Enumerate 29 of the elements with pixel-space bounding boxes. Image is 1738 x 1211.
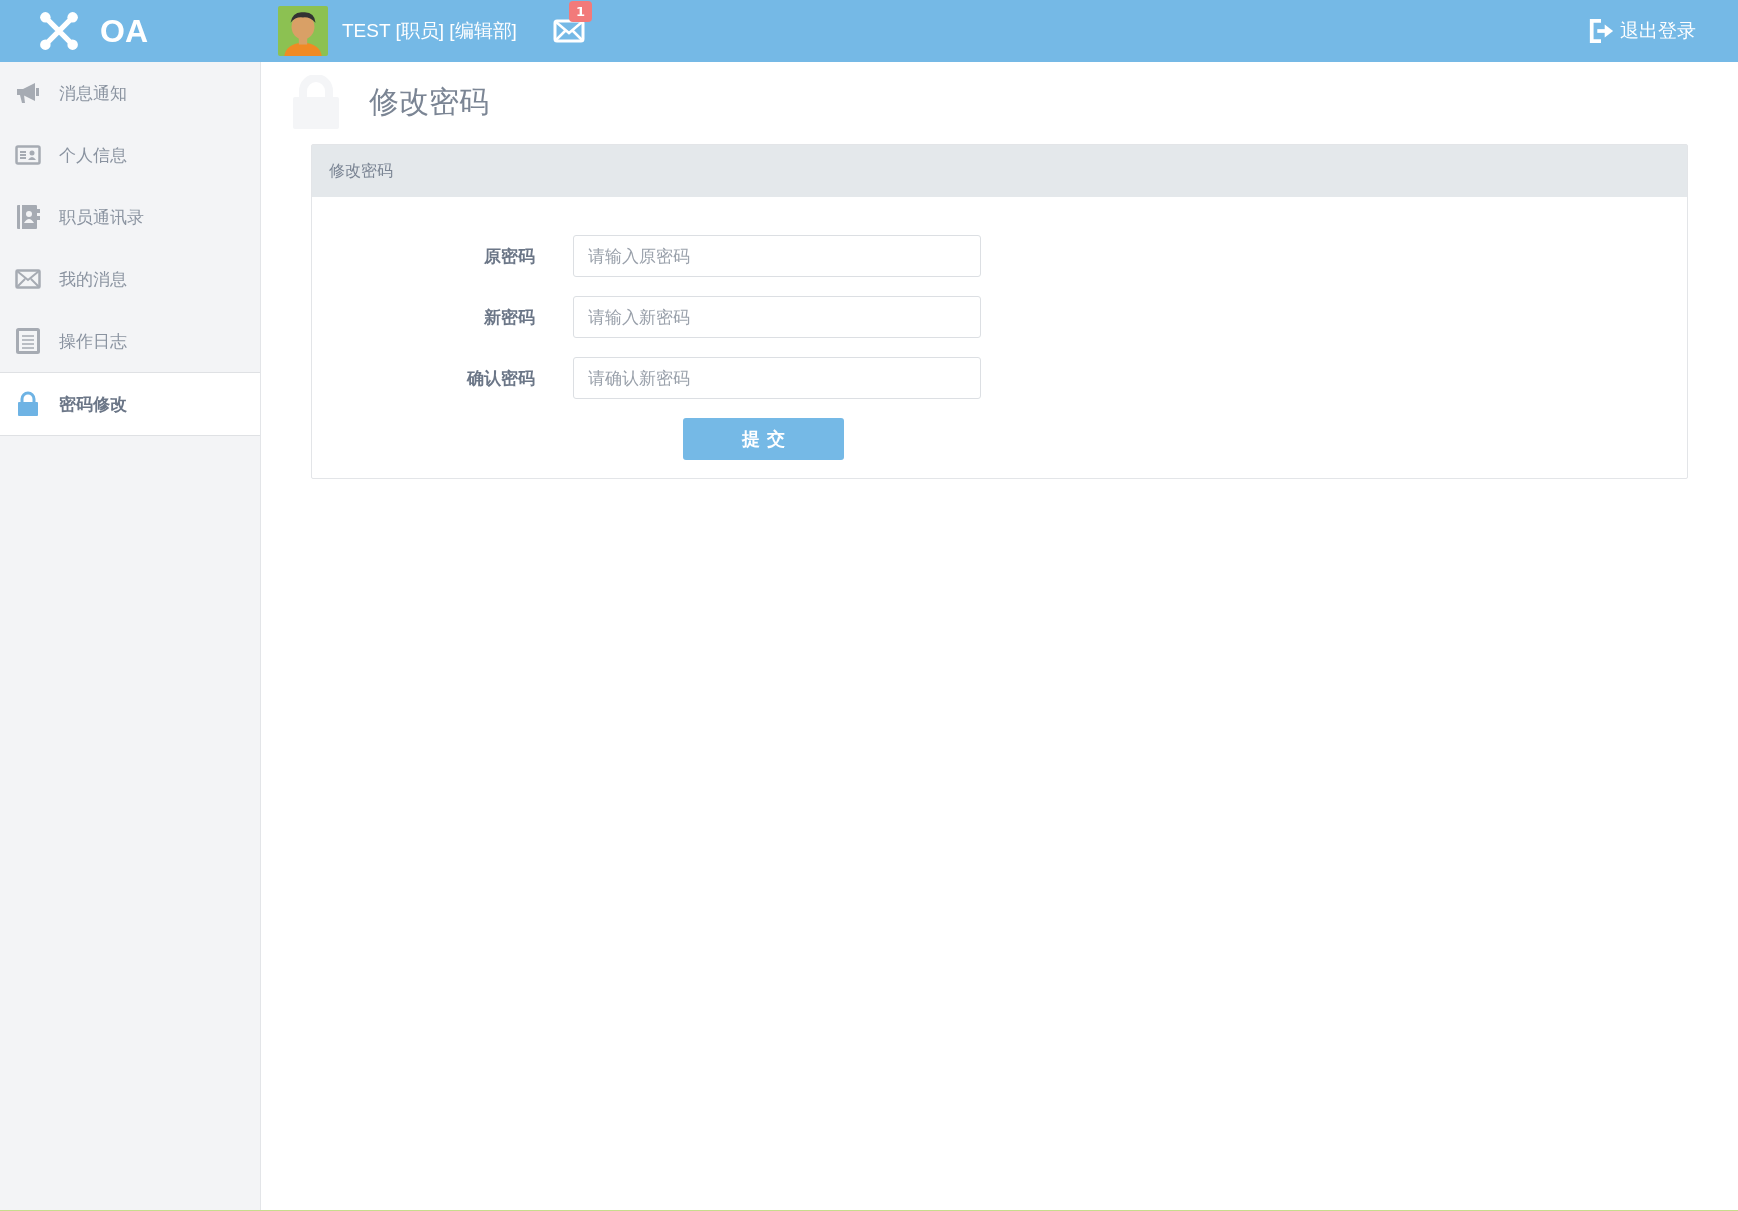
field-label: 新密码 xyxy=(483,305,535,329)
logo-icon xyxy=(38,10,80,52)
avatar xyxy=(278,6,328,56)
field-label: 原密码 xyxy=(483,244,535,268)
envelope-icon xyxy=(15,266,41,292)
sidebar-item[interactable]: 密码修改 xyxy=(0,372,260,436)
password-field[interactable]: 请确认新密码 xyxy=(573,357,981,399)
logo-text: OA xyxy=(100,12,148,50)
logout-link[interactable]: 退出登录 xyxy=(1588,17,1696,45)
address-book-icon xyxy=(15,204,41,230)
password-field[interactable]: 请输入新密码 xyxy=(573,296,981,338)
sidebar-item[interactable]: 个人信息 xyxy=(0,124,260,186)
sidebar-item[interactable]: 消息通知 xyxy=(0,62,260,124)
field-label: 确认密码 xyxy=(465,366,535,390)
megaphone-icon xyxy=(15,80,41,106)
submit-button[interactable]: 提 交 xyxy=(683,418,844,460)
document-icon xyxy=(15,328,41,354)
lock-icon xyxy=(15,391,41,417)
mail-icon[interactable] xyxy=(552,19,585,43)
sidebar-item[interactable]: 职员通讯录 xyxy=(0,186,260,248)
sidebar-item[interactable]: 操作日志 xyxy=(0,310,260,372)
password-field[interactable]: 请输入原密码 xyxy=(573,235,981,277)
sidebar-item[interactable]: 我的消息 xyxy=(0,248,260,310)
panel-header: 修改密码 xyxy=(312,145,1687,197)
notification-badge: 1 xyxy=(568,1,592,22)
user-name[interactable]: TEST [职员] [编辑部] xyxy=(342,18,517,44)
logout-icon xyxy=(1588,17,1614,45)
id-card-icon xyxy=(15,142,41,168)
page-title: 修改密码 xyxy=(369,82,489,121)
